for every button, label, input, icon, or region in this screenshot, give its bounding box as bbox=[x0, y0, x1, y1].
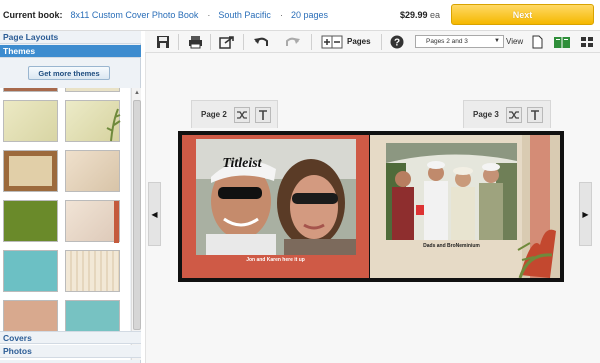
theme-swatch[interactable] bbox=[3, 100, 58, 142]
toolbar: Pages ? Pages 2 and 3 ▼ View bbox=[145, 31, 600, 53]
share-icon[interactable] bbox=[219, 34, 235, 50]
photo-couple[interactable]: Titleist bbox=[196, 139, 356, 255]
cap-logo-text: Titleist bbox=[222, 156, 262, 171]
redo-icon[interactable] bbox=[285, 34, 301, 50]
page-select-value: Pages 2 and 3 bbox=[426, 38, 468, 45]
theme-swatch[interactable] bbox=[65, 250, 120, 292]
themes-scrollbar[interactable]: ▲ ▼ bbox=[131, 88, 141, 360]
book-spread: Titleist Jon and Karen here it up Dads a… bbox=[178, 131, 564, 282]
shuffle-icon[interactable] bbox=[505, 106, 522, 123]
scroll-thumb[interactable] bbox=[133, 100, 141, 330]
single-page-view-icon[interactable] bbox=[529, 34, 545, 50]
next-button[interactable]: Next bbox=[451, 4, 594, 25]
shuffle-icon[interactable] bbox=[233, 106, 250, 123]
photos-tab[interactable]: Photos bbox=[0, 345, 141, 358]
price-unit: ea bbox=[430, 10, 441, 20]
page-3-label: Page 3 bbox=[473, 110, 499, 119]
add-remove-pages-icon[interactable] bbox=[321, 34, 343, 50]
get-more-themes-button[interactable]: Get more themes bbox=[28, 66, 110, 80]
previous-page-arrow[interactable]: ◀ bbox=[148, 182, 161, 246]
page-2-header: Page 2 bbox=[191, 100, 278, 128]
text-icon[interactable] bbox=[526, 106, 543, 123]
photo-book-editor: Current book: 8x11 Custom Cover Photo Bo… bbox=[0, 0, 600, 363]
caption-left[interactable]: Jon and Karen here it up bbox=[182, 257, 369, 263]
theme-swatch[interactable] bbox=[3, 250, 58, 292]
view-label: View bbox=[506, 37, 524, 46]
two-page-view-icon[interactable] bbox=[553, 34, 571, 50]
pages-count-link[interactable]: 20 pages bbox=[291, 10, 328, 20]
page-3[interactable]: Dads and BroNeminium bbox=[370, 135, 560, 278]
grid-view-icon[interactable] bbox=[579, 34, 595, 50]
covers-tab[interactable]: Covers bbox=[0, 331, 141, 344]
help-icon[interactable]: ? bbox=[389, 34, 405, 50]
pages-label[interactable]: Pages bbox=[347, 37, 371, 46]
text-icon[interactable] bbox=[254, 106, 271, 123]
sidebar: Page Layouts Themes Get more themes ▲ Co… bbox=[0, 31, 141, 363]
separator-dot: · bbox=[207, 10, 211, 20]
theme-swatch[interactable] bbox=[65, 150, 120, 192]
current-book-label: Current book: bbox=[3, 10, 63, 20]
page-2-label: Page 2 bbox=[201, 110, 227, 119]
photo-group[interactable] bbox=[386, 143, 517, 240]
book-title-link[interactable]: 8x11 Custom Cover Photo Book bbox=[71, 10, 199, 20]
save-icon[interactable] bbox=[155, 34, 171, 50]
price: $29.99 ea bbox=[400, 10, 440, 20]
next-page-arrow[interactable]: ▶ bbox=[579, 182, 592, 246]
svg-text:?: ? bbox=[394, 38, 400, 49]
chevron-down-icon: ▼ bbox=[494, 38, 500, 44]
page-3-header: Page 3 bbox=[463, 100, 551, 128]
caption-right[interactable]: Dads and BroNeminium bbox=[386, 243, 517, 249]
theme-swatch[interactable] bbox=[3, 150, 58, 192]
theme-link[interactable]: South Pacific bbox=[218, 10, 271, 20]
separator-dot: · bbox=[279, 10, 283, 20]
top-bar: Current book: 8x11 Custom Cover Photo Bo… bbox=[0, 0, 600, 31]
theme-swatch[interactable] bbox=[65, 200, 120, 243]
price-value: $29.99 bbox=[400, 10, 428, 20]
theme-swatch[interactable] bbox=[65, 88, 120, 92]
undo-icon[interactable] bbox=[253, 34, 269, 50]
page-2[interactable]: Titleist Jon and Karen here it up bbox=[182, 135, 369, 278]
theme-swatch[interactable] bbox=[3, 200, 58, 242]
themes-tab[interactable]: Themes bbox=[0, 45, 141, 58]
page-select[interactable]: Pages 2 and 3 ▼ bbox=[415, 35, 504, 48]
theme-swatch[interactable] bbox=[65, 100, 121, 142]
themes-list bbox=[0, 88, 130, 360]
palm-leaf-icon bbox=[106, 108, 121, 142]
scroll-up-icon[interactable]: ▲ bbox=[133, 89, 141, 97]
theme-swatch[interactable] bbox=[3, 88, 58, 92]
page-layouts-tab[interactable]: Page Layouts bbox=[0, 31, 141, 44]
print-icon[interactable] bbox=[187, 34, 203, 50]
